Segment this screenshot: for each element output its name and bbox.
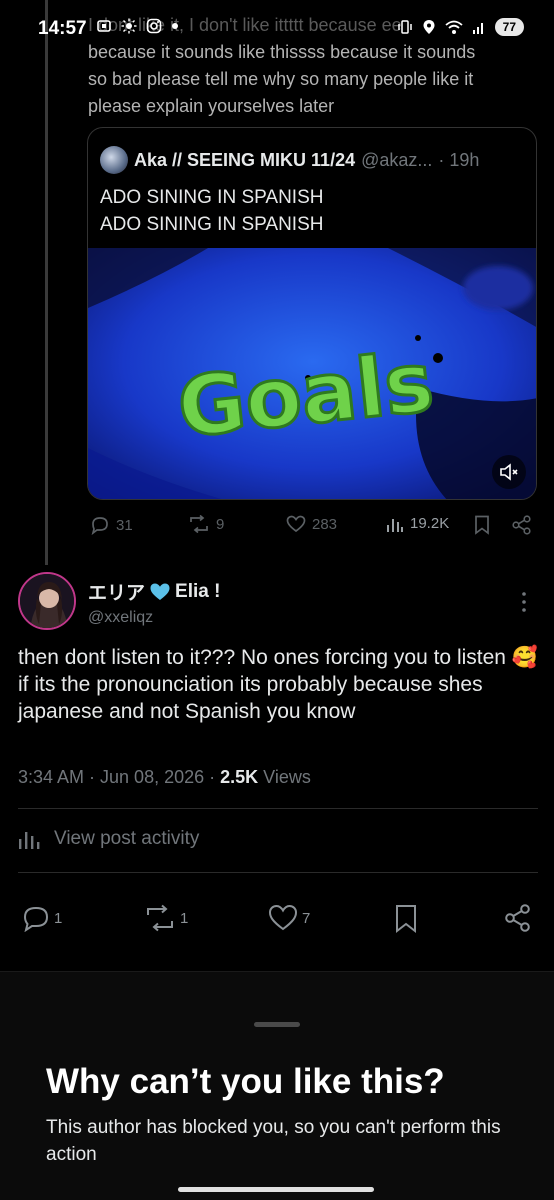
instagram-icon	[146, 18, 162, 34]
post-views-count: 2.5K	[220, 767, 259, 787]
avatar-image	[20, 574, 74, 628]
battery-badge: 77	[494, 18, 524, 36]
video-frame: Goals	[88, 248, 536, 499]
reply-author-display-name[interactable]: エリア Elia !	[88, 578, 220, 605]
sheet-message: This author has blocked you, so you can'…	[46, 1117, 501, 1165]
status-bar: 14:57 77	[0, 0, 554, 40]
analytics-icon	[387, 518, 403, 532]
reply-icon	[23, 906, 49, 932]
sheet-drag-handle[interactable]	[254, 1022, 300, 1027]
share-icon	[512, 515, 531, 535]
analytics-icon	[19, 832, 40, 849]
status-right-icons: 77	[397, 18, 524, 36]
vibrate-icon	[397, 20, 412, 34]
status-left-icons	[96, 18, 179, 34]
heart-icon	[286, 515, 306, 533]
share-button[interactable]	[504, 904, 532, 932]
post-timestamp: 3:34 AM · Jun 08, 2026 ·	[18, 767, 221, 787]
divider	[18, 808, 538, 809]
repost-icon	[147, 904, 173, 932]
view-post-activity-button[interactable]: View post activity	[18, 828, 199, 850]
reply-post-text: then dont listen to it??? No ones forcin…	[18, 646, 538, 723]
parent-text-line: please explain yourselves later	[88, 96, 335, 116]
reply-button[interactable]: 1	[22, 904, 62, 932]
reply-author-avatar[interactable]	[18, 572, 76, 630]
parent-reply-button[interactable]: 31	[90, 515, 133, 535]
like-button[interactable]: 7	[268, 904, 310, 932]
status-time: 14:57	[38, 18, 87, 39]
parent-like-count: 283	[312, 515, 338, 533]
screen-record-icon	[97, 20, 111, 32]
display-name-suffix: Elia !	[175, 580, 221, 602]
reply-post-meta: 3:34 AM · Jun 08, 2026 · 2.5K Views	[18, 767, 311, 788]
brightness-icon	[121, 18, 137, 34]
vertical-dots-icon	[522, 592, 526, 612]
quoted-post-card[interactable]: Aka // SEEING MIKU 11/24 @akaz... · 19h …	[87, 127, 537, 500]
parent-reply-count: 31	[116, 516, 133, 534]
mute-button[interactable]	[492, 455, 526, 489]
home-indicator[interactable]	[178, 1187, 374, 1192]
repost-icon	[190, 515, 208, 533]
speaker-muted-icon	[500, 463, 518, 481]
post-views-label: Views	[258, 767, 311, 787]
repost-count: 1	[180, 909, 189, 927]
parent-repost-count: 9	[216, 515, 225, 533]
quoted-author-avatar[interactable]	[100, 146, 128, 174]
parent-text-line: because it sounds like thissss because i…	[88, 42, 476, 62]
wifi-icon	[445, 20, 463, 34]
like-count: 7	[302, 909, 311, 927]
reply-count: 1	[54, 909, 63, 927]
parent-repost-button[interactable]: 9	[188, 515, 224, 533]
more-options-button[interactable]	[514, 590, 534, 614]
quoted-author-name: Aka // SEEING MIKU 11/24	[134, 149, 356, 170]
parent-like-button[interactable]: 283	[286, 515, 337, 533]
sheet-title: Why can’t you like this?	[46, 1062, 445, 1101]
bookmark-icon	[396, 905, 416, 934]
quoted-video[interactable]: Goals	[88, 248, 536, 499]
reply-post-actions: 1 1 7	[0, 900, 554, 940]
thread-line	[45, 0, 48, 565]
signal-icon	[472, 23, 483, 34]
quoted-text-line: ADO SINING IN SPANISH	[100, 187, 324, 208]
location-icon	[423, 20, 435, 34]
bottom-sheet: Why can’t you like this? This author has…	[0, 971, 554, 1200]
parent-bookmark-button[interactable]	[474, 515, 490, 535]
quoted-post-text: ADO SINING IN SPANISH ADO SINING IN SPAN…	[100, 184, 323, 238]
quoted-text-line: ADO SINING IN SPANISH	[100, 214, 324, 235]
heart-icon	[268, 904, 298, 931]
view-post-activity-label: View post activity	[54, 828, 200, 849]
reply-icon	[91, 517, 108, 535]
bookmark-button[interactable]	[394, 904, 418, 934]
dot-icon	[172, 23, 178, 29]
divider	[18, 872, 538, 873]
parent-views-count: 19.2K	[410, 515, 450, 532]
display-name-text: エリア	[88, 583, 146, 604]
parent-views-button[interactable]: 19.2K	[386, 515, 449, 532]
share-icon	[505, 904, 530, 932]
repost-button[interactable]: 1	[144, 904, 188, 932]
quoted-post-time: · 19h	[438, 149, 480, 170]
parent-post-actions: 31 9 283 19.2K	[88, 515, 538, 541]
parent-text-line: so bad please tell me why so many people…	[88, 69, 474, 89]
reply-author-handle: @xxeliqz	[88, 609, 154, 626]
quoted-post-header: Aka // SEEING MIKU 11/24 @akaz... · 19h	[100, 146, 479, 174]
bookmark-icon	[475, 515, 489, 535]
blue-heart-icon	[150, 583, 170, 600]
quoted-author-handle: @akaz...	[361, 149, 433, 170]
parent-share-button[interactable]	[512, 515, 532, 535]
